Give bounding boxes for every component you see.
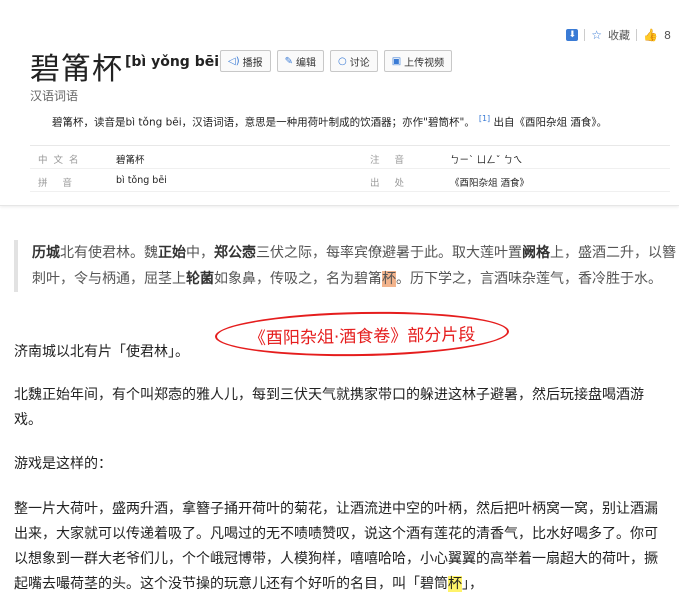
- paragraph-text: 整一片大荷叶，盛两升酒，拿簪子捅开荷叶的菊花，让酒流进中空的叶柄，然后把叶柄窝一…: [14, 501, 658, 592]
- title-pinyin: [bì yǒng bēi]: [125, 54, 226, 70]
- like-count: 8: [664, 28, 671, 42]
- highlighted-term: 杯: [448, 576, 462, 592]
- broadcast-label: 播报: [242, 57, 263, 69]
- broadcast-button[interactable]: ◁) 播报: [220, 50, 271, 72]
- article-paragraph: 游戏是这样的：: [14, 456, 112, 472]
- quote-text: 如象鼻，传吸之，名为碧筩: [214, 271, 382, 287]
- info-row: 中文名 碧筩杯 注 音 ㄅㄧˋ ㄩㄥˇ ㄅㄟ: [30, 146, 670, 169]
- star-icon[interactable]: ☆: [591, 28, 602, 42]
- thumbs-up-icon[interactable]: 👍: [643, 28, 658, 42]
- quote-text: 三伏之际，每率宾僚避暑于此。取大莲叶置: [256, 245, 522, 261]
- quote-term: 历城: [32, 245, 60, 261]
- edit-label: 编辑: [295, 57, 316, 69]
- download-icon[interactable]: ⬇: [566, 29, 579, 41]
- quote-term: 阙格: [522, 245, 550, 261]
- discuss-button[interactable]: ○ 讨论: [329, 50, 378, 72]
- reference-link[interactable]: [1]: [479, 114, 490, 123]
- info-value-source: 《酉阳杂俎 酒食》: [450, 178, 530, 189]
- quote-text: 中，: [186, 245, 214, 261]
- paragraph-text: 」，: [462, 576, 483, 592]
- article-paragraph: 整一片大荷叶，盛两升酒，拿簪子捅开荷叶的菊花，让酒流进中空的叶柄，然后把叶柄窝一…: [14, 497, 669, 597]
- summary-source: 出自《酉阳杂俎 酒食》。: [493, 116, 608, 129]
- info-value-chinese-name: 碧筩杯: [116, 155, 145, 166]
- entry-subtitle: 汉语词语: [30, 89, 79, 103]
- source-quote-block: 历城北有使君林。魏正始中，郑公悫三伏之际，每率宾僚避暑于此。取大莲叶置阙格上，盛…: [14, 240, 679, 292]
- info-row: 拼 音 bì tǒng bēi 出 处 《酉阳杂俎 酒食》: [30, 169, 670, 192]
- info-label-pinyin: 拼 音: [38, 178, 79, 189]
- divider: [636, 29, 638, 41]
- summary-text: 碧筩杯，读音是bì tǒng bēi，汉语词语，意思是一种用荷叶制成的饮酒器；亦…: [52, 116, 475, 129]
- quote-term: 郑公悫: [214, 245, 256, 261]
- pencil-icon: ✎: [284, 55, 293, 67]
- highlighted-term: 杯: [382, 271, 396, 287]
- upload-video-button[interactable]: ▣ 上传视频: [383, 50, 453, 72]
- discuss-label: 讨论: [349, 57, 370, 69]
- quote-term: 正始: [158, 245, 186, 261]
- upload-video-label: 上传视频: [404, 57, 445, 69]
- page-title: 碧筩杯: [30, 52, 123, 87]
- article-paragraph: 济南城以北有片「使君林」。: [14, 344, 189, 360]
- quote-text: 。历下学之，言酒味杂莲气，香冷胜于水。: [396, 271, 662, 287]
- entry-tool-buttons: ◁) 播报 ✎ 编辑 ○ 讨论 ▣ 上传视频: [220, 50, 453, 72]
- quote-term: 轮菌: [186, 271, 214, 287]
- info-value-zhuyin: ㄅㄧˋ ㄩㄥˇ ㄅㄟ: [450, 155, 523, 166]
- collect-label[interactable]: 收藏: [608, 27, 630, 43]
- info-label-chinese-name: 中文名: [38, 155, 85, 166]
- chat-icon: ○: [337, 55, 347, 67]
- entry-summary: 碧筩杯，读音是bì tǒng bēi，汉语词语，意思是一种用荷叶制成的饮酒器；亦…: [52, 114, 607, 130]
- entry-header-card: ⬇ ☆ 收藏 👍 8 碧筩杯 [bì yǒng bēi] ◁) 播报 ✎ 编辑 …: [0, 0, 679, 206]
- article-paragraph: 北魏正始年间，有个叫郑悫的雅人儿，每到三伏天气就携家带口的躲进这林子避暑，然后玩…: [14, 387, 644, 428]
- edit-button[interactable]: ✎ 编辑: [276, 50, 324, 72]
- info-value-pinyin: bì tǒng bēi: [116, 175, 167, 186]
- video-icon: ▣: [391, 55, 402, 67]
- info-label-zhuyin: 注 音: [370, 155, 411, 166]
- basic-info-table: 中文名 碧筩杯 注 音 ㄅㄧˋ ㄩㄥˇ ㄅㄟ 拼 音 bì tǒng bēi 出…: [30, 145, 670, 192]
- speaker-icon: ◁): [228, 55, 240, 67]
- divider: [584, 29, 586, 41]
- quote-text: 北有使君林。魏: [60, 245, 158, 261]
- top-action-bar: ⬇ ☆ 收藏 👍 8: [566, 27, 671, 43]
- info-label-source: 出 处: [370, 178, 411, 189]
